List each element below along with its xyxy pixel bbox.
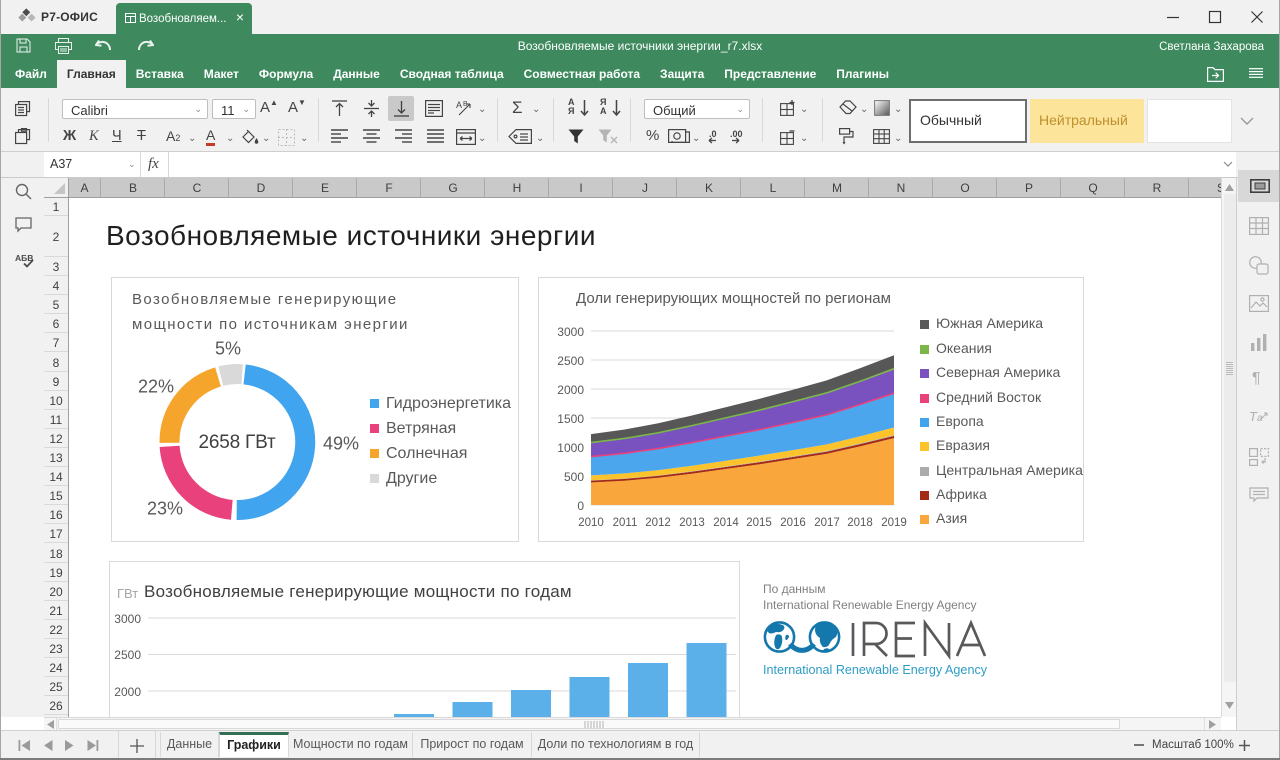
svg-text:International Renewable Energy: International Renewable Energy Agency: [763, 663, 988, 677]
svg-text:.0: .0: [709, 129, 717, 139]
svg-text:A: A: [456, 100, 462, 110]
svg-text:.00: .00: [730, 129, 743, 139]
